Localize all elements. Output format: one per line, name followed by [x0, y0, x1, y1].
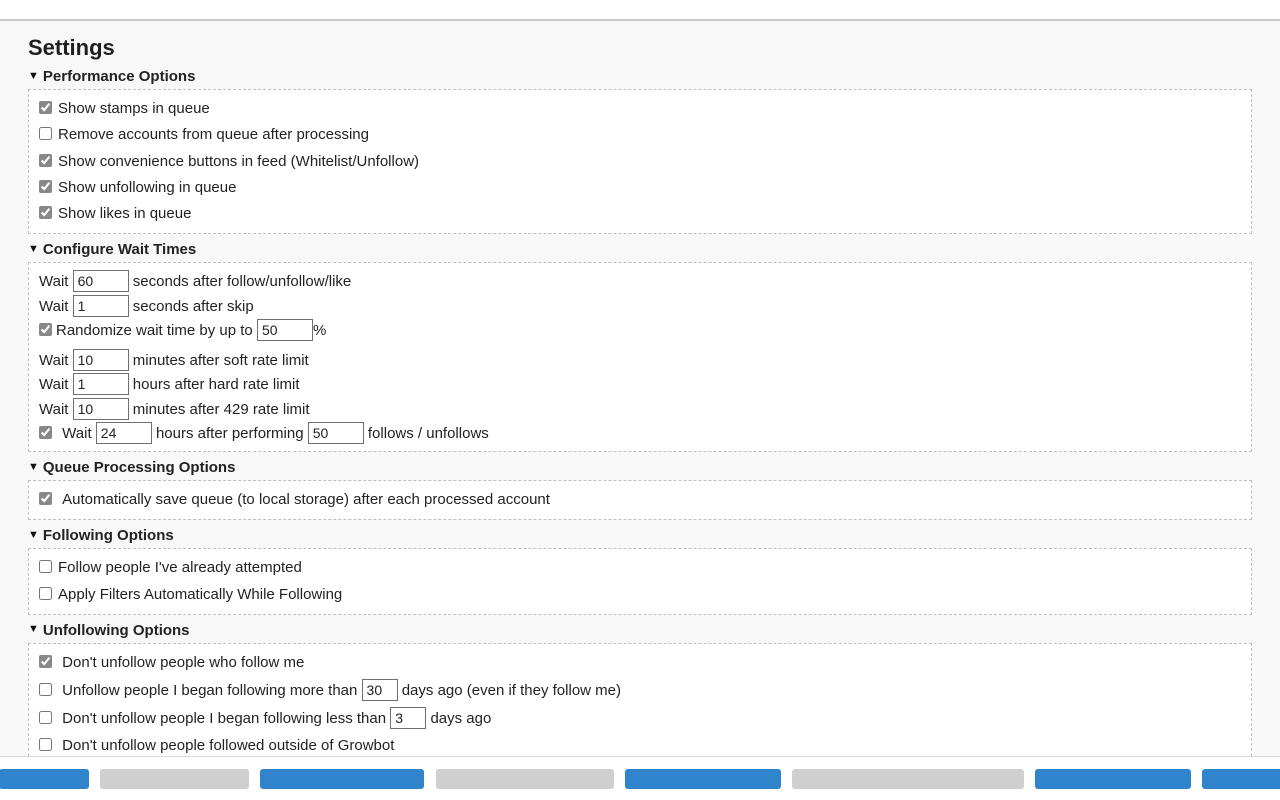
summary-label: Performance Options [43, 68, 196, 85]
unfollow-older-suffix: days ago (even if they follow me) [402, 682, 621, 699]
summary-label: Following Options [43, 527, 174, 544]
unfollow-older-checkbox[interactable] [39, 683, 52, 696]
wait-label: Wait [39, 273, 68, 290]
following-option-label-0: Follow people I've already attempted [58, 559, 302, 576]
performance-option-label-1: Remove accounts from queue after process… [58, 126, 369, 143]
daily-count-input[interactable] [308, 422, 364, 444]
section-unfollowing: Unfollowing Options Don't unfollow peopl… [28, 621, 1252, 757]
footer-button-7[interactable] [1035, 769, 1191, 789]
footer-button-6[interactable] [792, 769, 1024, 789]
daily-mid: hours after performing [156, 425, 304, 442]
chevron-down-icon [28, 70, 39, 82]
daily-pre: Wait [62, 425, 91, 442]
footer-button-4[interactable] [436, 769, 614, 789]
randomize-suffix: % [313, 322, 326, 339]
autosave-label: Automatically save queue (to local stora… [62, 491, 550, 508]
summary-label: Configure Wait Times [43, 241, 196, 258]
summary-label: Queue Processing Options [43, 459, 236, 476]
performance-option-checkbox-4[interactable] [39, 206, 52, 219]
chevron-down-icon [28, 461, 39, 473]
page-title: Settings [28, 35, 1252, 61]
daily-hours-input[interactable] [96, 422, 152, 444]
settings-panel: Settings Performance Options Show stamps… [0, 21, 1280, 757]
dont-unfollow-recent-days-input[interactable] [390, 707, 426, 729]
footer-button-5[interactable] [625, 769, 781, 789]
summary-performance[interactable]: Performance Options [28, 67, 1252, 87]
summary-wait-times[interactable]: Configure Wait Times [28, 240, 1252, 260]
autosave-checkbox[interactable] [39, 492, 52, 505]
rate429-suffix: minutes after 429 rate limit [133, 401, 310, 418]
randomize-checkbox[interactable] [39, 323, 52, 336]
dont-unfollow-outside-label: Don't unfollow people followed outside o… [62, 737, 394, 754]
randomize-pre: Randomize wait time by up to [56, 322, 253, 339]
footer-button-3[interactable] [260, 769, 424, 789]
dont-unfollow-recent-pre: Don't unfollow people I began following … [62, 710, 386, 727]
panel-unfollowing: Don't unfollow people who follow me Unfo… [28, 643, 1252, 757]
performance-option-checkbox-2[interactable] [39, 154, 52, 167]
chevron-down-icon [28, 243, 39, 255]
footer-toolbar [0, 757, 1280, 800]
dont-unfollow-recent-suffix: days ago [430, 710, 491, 727]
summary-queue[interactable]: Queue Processing Options [28, 458, 1252, 478]
dont-unfollow-followers-label: Don't unfollow people who follow me [62, 654, 304, 671]
panel-following: Follow people I've already attempted Appl… [28, 548, 1252, 615]
summary-unfollowing[interactable]: Unfollowing Options [28, 621, 1252, 641]
performance-option-label-3: Show unfollowing in queue [58, 179, 236, 196]
following-option-checkbox-0[interactable] [39, 560, 52, 573]
performance-option-label-2: Show convenience buttons in feed (Whitel… [58, 153, 419, 170]
performance-option-checkbox-1[interactable] [39, 127, 52, 140]
summary-following[interactable]: Following Options [28, 526, 1252, 546]
wait-after-follow-suffix: seconds after follow/unfollow/like [133, 273, 351, 290]
footer-button-8[interactable] [1202, 769, 1280, 789]
dont-unfollow-outside-checkbox[interactable] [39, 738, 52, 751]
daily-suffix: follows / unfollows [368, 425, 489, 442]
randomize-percent-input[interactable] [257, 319, 313, 341]
wait-after-follow-input[interactable] [73, 270, 129, 292]
hard-limit-suffix: hours after hard rate limit [133, 376, 300, 393]
dont-unfollow-recent-checkbox[interactable] [39, 711, 52, 724]
footer-button-1[interactable] [0, 769, 89, 789]
wait-label: Wait [39, 401, 68, 418]
panel-wait-times: Wait seconds after follow/unfollow/like … [28, 262, 1252, 452]
section-following: Following Options Follow people I've alr… [28, 526, 1252, 615]
performance-option-label-4: Show likes in queue [58, 205, 191, 222]
section-performance: Performance Options Show stamps in queue… [28, 67, 1252, 234]
following-option-checkbox-1[interactable] [39, 587, 52, 600]
performance-option-checkbox-3[interactable] [39, 180, 52, 193]
wait-label: Wait [39, 376, 68, 393]
wait-label: Wait [39, 298, 68, 315]
performance-option-label-0: Show stamps in queue [58, 100, 210, 117]
wait-after-skip-suffix: seconds after skip [133, 298, 254, 315]
chevron-down-icon [28, 529, 39, 541]
rate429-input[interactable] [73, 398, 129, 420]
unfollow-older-pre: Unfollow people I began following more t… [62, 682, 357, 699]
performance-option-checkbox-0[interactable] [39, 101, 52, 114]
hard-limit-input[interactable] [73, 373, 129, 395]
panel-queue: Automatically save queue (to local stora… [28, 480, 1252, 520]
soft-limit-suffix: minutes after soft rate limit [133, 352, 309, 369]
following-option-label-1: Apply Filters Automatically While Follow… [58, 586, 342, 603]
section-wait-times: Configure Wait Times Wait seconds after … [28, 240, 1252, 452]
daily-cap-checkbox[interactable] [39, 426, 52, 439]
summary-label: Unfollowing Options [43, 622, 190, 639]
section-queue: Queue Processing Options Automatically s… [28, 458, 1252, 520]
wait-after-skip-input[interactable] [73, 295, 129, 317]
soft-limit-input[interactable] [73, 349, 129, 371]
chevron-down-icon [28, 623, 39, 635]
panel-performance: Show stamps in queue Remove accounts from… [28, 89, 1252, 234]
footer-button-2[interactable] [100, 769, 249, 789]
dont-unfollow-followers-checkbox[interactable] [39, 655, 52, 668]
wait-label: Wait [39, 352, 68, 369]
unfollow-older-days-input[interactable] [362, 679, 398, 701]
